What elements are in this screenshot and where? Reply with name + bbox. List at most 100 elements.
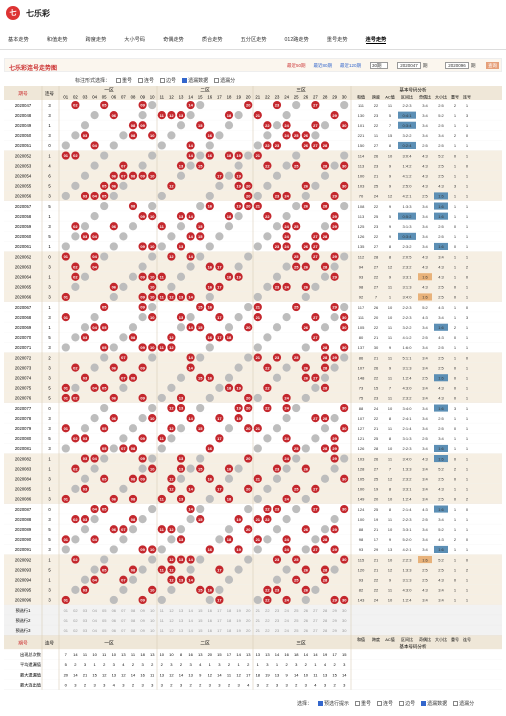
analysis-cell: 150 [358, 143, 365, 148]
miss-ball [186, 565, 195, 574]
nav-item[interactable]: 012路走势 [285, 36, 309, 43]
stats-label: 最大连出值 [20, 681, 41, 688]
issue-cell: 2020068 [15, 315, 32, 320]
analysis-cell: 5:2:0 [403, 537, 413, 542]
ball-number: 12 [169, 406, 174, 411]
issue-cell: 2020094 [15, 578, 32, 583]
ball-number: 09 [140, 173, 145, 178]
checkbox[interactable] [421, 701, 427, 707]
quick-link[interactable]: 最近120期 [340, 63, 361, 69]
nav-item[interactable]: 五分区走势 [241, 36, 267, 43]
analysis-cell: 0:3:4 [403, 234, 413, 239]
predict-cell: 16 [208, 618, 213, 623]
footer-option[interactable]: 重号 [355, 700, 371, 707]
to-issue-input[interactable]: 2020096 [445, 62, 469, 69]
checkbox[interactable] [377, 701, 383, 707]
checkbox[interactable] [355, 701, 361, 707]
analysis-cell: 120 [358, 567, 365, 572]
checkbox[interactable] [116, 78, 122, 84]
checkbox[interactable] [160, 78, 166, 84]
mark-option[interactable]: 边号 [160, 77, 176, 84]
footer-option[interactable]: 遗漏数据 [421, 700, 447, 707]
analysis-cell: 4:3 [422, 174, 428, 179]
analysis-cell: 100 [358, 174, 365, 179]
ball-number: 30 [342, 315, 347, 320]
footer-option[interactable]: 预选行提示 [318, 700, 349, 707]
ball-number: 04 [92, 507, 97, 512]
footer-option[interactable]: 连号 [377, 700, 393, 707]
analysis-cell: 128 [358, 466, 365, 471]
number-head: 26 [303, 95, 308, 100]
checkbox[interactable] [318, 701, 324, 707]
miss-ball [90, 111, 99, 120]
checkbox[interactable] [453, 701, 459, 707]
ball-number: 24 [284, 133, 289, 138]
to-label: 期 [471, 63, 476, 68]
mark-option[interactable]: 重号 [116, 77, 132, 84]
analysis-cell: 4:3 [438, 184, 444, 189]
from-issue-input[interactable]: 2020047 [397, 62, 421, 69]
quick-link[interactable]: 最近50期 [287, 63, 306, 69]
footer-option[interactable]: 边号 [399, 700, 415, 707]
checkbox[interactable] [138, 78, 144, 84]
nav-item[interactable]: 连号走势 [365, 36, 387, 44]
miss-ball [330, 161, 339, 170]
miss-ball [320, 525, 330, 534]
nav-item[interactable]: 质合走势 [202, 36, 223, 43]
stats-label: 平均遗漏值 [20, 661, 41, 668]
checkbox[interactable] [214, 78, 220, 84]
nav-item[interactable]: 跨度走势 [86, 36, 107, 43]
miss-ball [176, 222, 186, 231]
miss-ball [224, 525, 234, 534]
checkbox[interactable] [182, 78, 188, 84]
miss-ball [128, 575, 138, 584]
analysis-cell: 2:5 [438, 355, 444, 360]
analysis-cell: 4:2:1 [403, 547, 413, 552]
miss-ball [263, 282, 272, 291]
mark-option[interactable]: 遗漏数据 [182, 77, 208, 84]
period-select[interactable]: 30期 [370, 62, 388, 69]
nav-item[interactable]: 重号走势 [327, 36, 348, 43]
checkbox[interactable] [399, 701, 405, 707]
analysis-cell: 12 [388, 264, 393, 269]
miss-ball [224, 474, 234, 483]
ball-number: 29 [332, 436, 337, 441]
predict-cell: 10 [150, 608, 155, 613]
miss-ball [292, 151, 301, 160]
nav-item[interactable]: 大小号码 [124, 36, 145, 43]
zone-head: 一区 [104, 88, 114, 94]
footer-option[interactable]: 遗漏分 [453, 700, 474, 707]
nav-item[interactable]: 基本走势 [8, 36, 29, 43]
analysis-cell: 3:4 [422, 214, 428, 219]
predict-cell: 25 [294, 618, 299, 623]
ball-number: 05 [102, 567, 107, 572]
miss-ball [157, 444, 166, 453]
quick-link[interactable]: 最近80期 [313, 63, 332, 69]
nav-item[interactable]: 和值走势 [47, 36, 68, 43]
mark-option[interactable]: 遗漏分 [214, 77, 235, 84]
analysis-col-head: 和值 [357, 94, 365, 100]
ball-number: 19 [236, 173, 241, 178]
ball-number: 24 [284, 284, 289, 289]
analysis-col-head: 奇偶比 [419, 636, 431, 642]
ball-number: 21 [256, 476, 261, 481]
query-button[interactable]: 查询 [486, 62, 499, 69]
miss-ball [186, 111, 195, 120]
miss-ball [282, 111, 291, 120]
ball-number: 26 [304, 325, 309, 330]
analysis-cell: 0:2:4 [403, 143, 413, 148]
ball-number: 24 [284, 234, 289, 239]
nav-item[interactable]: 奇偶走势 [163, 36, 184, 43]
ball-number: 22 [265, 385, 270, 390]
mark-option[interactable]: 连号 [138, 77, 154, 84]
miss-ball [119, 282, 128, 291]
predict-cell: 06 [112, 618, 117, 623]
ball-number: 04 [92, 456, 97, 461]
miss-ball [253, 292, 262, 302]
analysis-cell: 2:5 [438, 567, 444, 572]
miss-ball [157, 545, 166, 554]
ball-number: 10 [150, 547, 155, 552]
analysis-cell: 2:5 [438, 285, 444, 290]
analysis-cell: 126 [358, 234, 365, 239]
miss-ball [80, 222, 90, 231]
